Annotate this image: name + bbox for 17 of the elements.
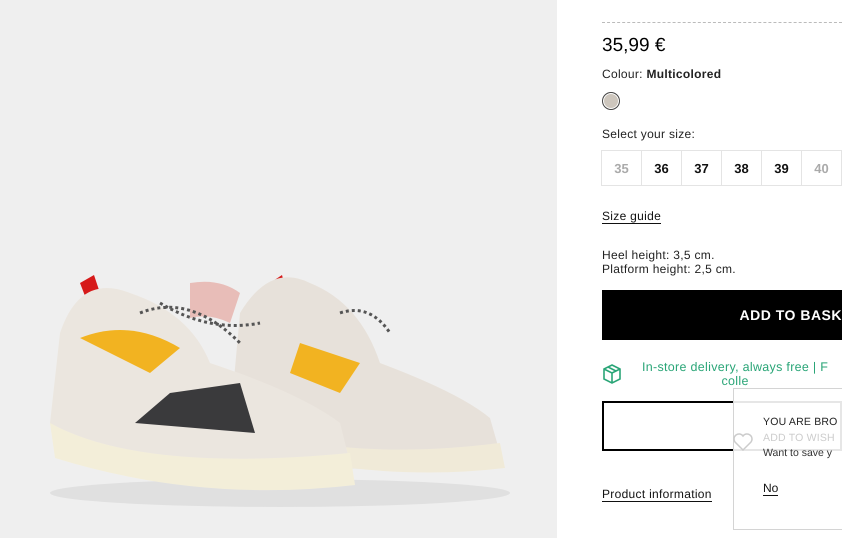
product-information-link[interactable]: Product information bbox=[602, 487, 712, 502]
size-option[interactable]: 38 bbox=[721, 150, 762, 186]
size-guide-link[interactable]: Size guide bbox=[602, 209, 662, 224]
box-icon bbox=[602, 364, 622, 384]
price: 35,99 € bbox=[602, 35, 666, 57]
product-details: Heel height: 3,5 cm. Platform height: 2,5 cm. bbox=[602, 248, 737, 276]
colour-swatch[interactable] bbox=[602, 92, 620, 110]
size-option[interactable]: 39 bbox=[761, 150, 802, 186]
colour-label: Colour: Multicolored bbox=[602, 67, 722, 81]
size-option[interactable]: 36 bbox=[641, 150, 682, 186]
size-option[interactable]: 37 bbox=[681, 150, 722, 186]
delivery-info: In-store delivery, always free | F colle bbox=[642, 360, 828, 388]
no-link[interactable]: No bbox=[763, 481, 778, 496]
size-label: Select your size: bbox=[602, 127, 696, 141]
add-to-basket-button[interactable]: ADD TO BASK bbox=[602, 290, 842, 340]
popup-message: Want to save y bbox=[763, 447, 834, 459]
popup-title: YOU ARE BRO bbox=[763, 416, 839, 428]
